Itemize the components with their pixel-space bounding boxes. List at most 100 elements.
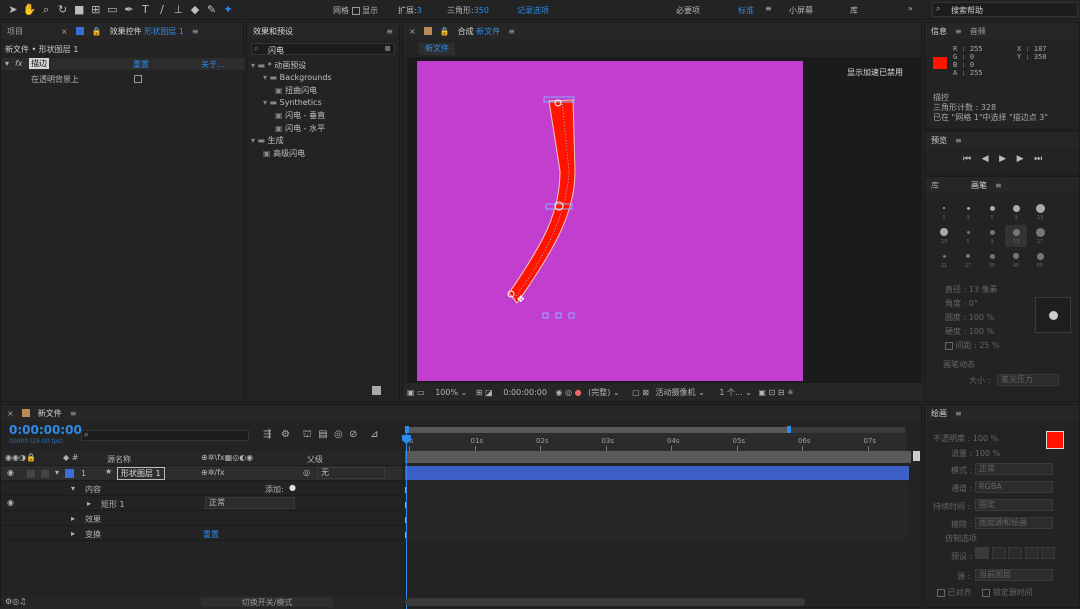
foreground-color-swatch[interactable] [1046,431,1064,449]
footer-icons[interactable]: ⚙◎♫ [5,597,26,606]
timeline-zoom-slider[interactable] [405,598,805,606]
roto-brush-tool-icon[interactable]: ✎ [205,3,219,17]
parent-header[interactable]: 父级 [307,454,323,465]
layer-expand-arrow-icon[interactable]: ▾ [55,468,59,477]
draft-3d-icon[interactable]: ⚙ [281,429,290,440]
tree-item[interactable]: ▣ 扭曲闪电 [275,85,317,96]
brush-preset[interactable]: 13 [1029,201,1051,223]
record-options-link[interactable]: 记录选项 [517,5,549,16]
new-folder-icon[interactable] [372,386,381,395]
spacing-checkbox[interactable] [945,341,953,350]
tab-paint[interactable]: 绘画 [931,408,947,419]
comp-timecode[interactable]: 0:00:00:00 [503,388,547,397]
comp-canvas[interactable]: ✥ [417,61,803,381]
resolution-select[interactable]: (完整) [588,388,610,397]
tab-brushes[interactable]: 画笔 [971,180,987,191]
expand-arrow-icon[interactable]: ▾ [5,59,9,68]
brush-preset[interactable]: 65 [1029,249,1051,271]
tree-item[interactable]: ▾ ▬ 生成 [251,135,284,146]
tab-effects-presets[interactable]: 效果和预设 [253,26,293,37]
first-frame-icon[interactable]: ⏮ [963,154,971,164]
panel-menu-icon[interactable]: ≡ [70,409,77,418]
effects-row[interactable]: ▸ 效果 [1,511,403,526]
type-tool-icon[interactable]: T [138,3,152,17]
panel-menu-icon[interactable]: ≡ [508,27,515,36]
expand-arrow-icon[interactable]: ▾ [71,484,75,493]
brush-preset[interactable]: 27 [957,249,979,271]
zoom-tool-icon[interactable]: ⌕ [39,3,53,17]
panel-menu-icon[interactable]: ≡ [955,27,962,36]
tab-audio[interactable]: 音频 [970,26,986,37]
grid-icon[interactable]: ⊞ [476,388,483,397]
panel-menu-icon[interactable]: ≡ [386,27,393,36]
source-name-header[interactable]: 源名称 [107,454,131,465]
close-icon[interactable]: × [409,27,416,36]
tree-item[interactable]: ▣ 闪电 - 垂直 [275,110,325,121]
brush-preset[interactable]: 9 [981,225,1003,247]
layer-label-color[interactable] [65,469,74,478]
roi-icon[interactable]: ▢ [632,388,640,397]
tree-item[interactable]: ▣ 高级闪电 [263,148,305,159]
panel-menu-icon[interactable]: ≡ [192,27,199,36]
lock-icon[interactable]: 🔒 [440,27,450,36]
frame-blending-icon[interactable]: ▤ [318,429,327,440]
zoom-select[interactable]: 100% [435,388,458,397]
paint-mode-select[interactable]: 正常 [975,463,1053,475]
brush-preset[interactable]: 3 [957,201,979,223]
time-ruler[interactable]: 0s01s02s03s04s05s06s07s [405,433,907,451]
transparent-checkbox[interactable] [134,75,142,83]
about-link[interactable]: 关于... [201,59,225,70]
brush-preset[interactable]: 19 [933,225,955,247]
puppet-pin-3[interactable] [568,312,575,319]
comp-sub-tab[interactable]: 新文件 [419,43,455,55]
effect-row[interactable]: ▾ fx 描边 重置 关于... [1,58,245,70]
camera-tool-icon[interactable]: ■ [72,3,86,17]
puppet-pin-tool-icon[interactable]: ✦ [221,3,235,17]
timeline-search-input[interactable]: ⌕ [81,430,249,441]
shape-row[interactable]: ◉ ▸ 矩形 1 正常 [1,496,403,511]
shy-layers-icon[interactable]: ⛫ [303,429,312,440]
graph-editor-icon[interactable]: ⊘ [349,429,357,440]
rectangle-tool-icon[interactable]: ▭ [105,3,119,17]
expand-field[interactable]: 扩展:3 [398,5,422,16]
brush-size-select[interactable]: 笔尖压力 [997,374,1059,386]
comp-flowchart-icon[interactable]: ⇶ [263,429,271,440]
puppet-pin-1[interactable] [542,312,549,319]
close-icon[interactable]: × [61,27,68,36]
exposure-icon[interactable]: ✳ [787,388,794,397]
show-snapshot-icon[interactable]: ◎ [565,388,572,397]
tab-timeline[interactable]: 新文件 [38,408,62,419]
comp-end-marker[interactable] [913,451,920,461]
selection-tool-icon[interactable]: ➤ [6,3,20,17]
workspace-standard[interactable]: 标准 [738,5,754,16]
puppet-pin-2[interactable] [555,312,562,319]
timeline-icon[interactable]: ⊡ [768,388,775,397]
brush-tool-icon[interactable]: ∕ [155,3,169,17]
viewer-area[interactable]: ✥ 显示加速已禁用 [407,57,921,383]
expand-arrow-icon[interactable]: ▸ [71,514,75,523]
pan-behind-tool-icon[interactable]: ⊞ [89,3,103,17]
hand-tool-icon[interactable]: ✋ [23,3,37,17]
visibility-eye-icon[interactable]: ◉ [7,498,14,507]
lock-source-checkbox[interactable] [982,588,991,597]
tree-item[interactable]: ▣ 闪电 - 水平 [275,123,325,134]
aligned-checkbox[interactable] [937,588,945,597]
tree-item[interactable]: ▾ ▬ * 动画预设 [251,60,306,71]
paint-duration-select[interactable]: 固定 [975,499,1053,511]
views-select[interactable]: 1 个... [719,388,742,397]
workspace-small-screen[interactable]: 小屏幕 [789,5,813,16]
layer-row[interactable]: ◉ ▾ 1 ★ 形状图层 1 ⊕✲/fx ◎ 无 [1,466,403,481]
tab-effect-controls[interactable]: 效果控件 形状图层 1 [110,26,184,37]
reset-link[interactable]: 重置 [133,59,149,70]
snapshot-icon[interactable]: ◉ [556,388,563,397]
fast-preview-icon[interactable]: ▣ [758,388,766,397]
playhead-line[interactable] [406,433,407,609]
clone-preset-1[interactable] [975,547,989,559]
pen-tool-icon[interactable]: ✒ [122,3,136,17]
expand-arrow-icon[interactable]: ▸ [87,499,91,508]
contents-row[interactable]: ▾ 内容 添加: ● [1,481,403,496]
clone-stamp-tool-icon[interactable]: ⊥ [171,3,185,17]
close-icon[interactable]: × [7,409,14,418]
brush-preset[interactable]: 1 [933,201,955,223]
eraser-tool-icon[interactable]: ◆ [188,3,202,17]
